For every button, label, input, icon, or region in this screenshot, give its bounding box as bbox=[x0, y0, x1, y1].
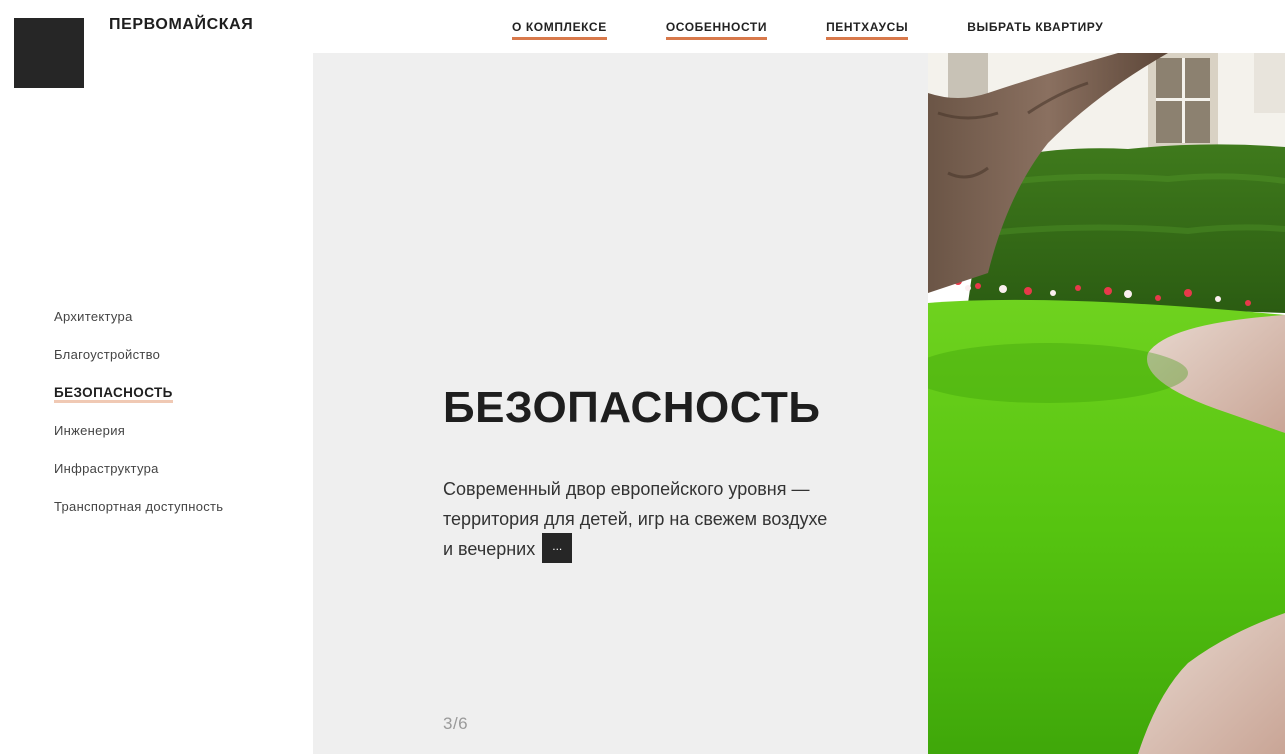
nav-features[interactable]: ОСОБЕННОСТИ bbox=[665, 20, 768, 40]
logo[interactable] bbox=[14, 18, 84, 88]
content-panel: БЕЗОПАСНОСТЬ Современный двор европейско… bbox=[313, 53, 928, 754]
nav-about-complex[interactable]: О КОМПЛЕКСЕ bbox=[512, 20, 607, 40]
section-title: БЕЗОПАСНОСТЬ bbox=[443, 383, 821, 432]
section-text-body: Современный двор европейского уровня — т… bbox=[443, 479, 828, 559]
side-nav-engineering[interactable]: Инженерия bbox=[54, 423, 125, 461]
nav-choose-apartment[interactable]: ВЫБРАТЬ КВАРТИРУ bbox=[967, 20, 1103, 37]
side-nav-landscaping[interactable]: Благоустройство bbox=[54, 347, 160, 385]
brand-name[interactable]: ПЕРВОМАЙСКАЯ bbox=[109, 16, 253, 34]
side-nav-infrastructure[interactable]: Инфраструктура bbox=[54, 461, 159, 499]
section-text: Современный двор европейского уровня — т… bbox=[443, 474, 833, 565]
side-nav-security[interactable]: БЕЗОПАСНОСТЬ bbox=[54, 385, 173, 423]
side-nav-security-label: БЕЗОПАСНОСТЬ bbox=[54, 385, 173, 403]
side-nav-transport[interactable]: Транспортная доступность bbox=[54, 499, 223, 537]
side-nav-architecture[interactable]: Архитектура bbox=[54, 309, 133, 347]
read-more-button[interactable]: ... bbox=[542, 533, 573, 564]
side-nav: Архитектура Благоустройство БЕЗОПАСНОСТЬ… bbox=[54, 309, 223, 537]
nav-penthouses[interactable]: ПЕНТХАУСЫ bbox=[826, 20, 909, 40]
top-nav: О КОМПЛЕКСЕ ОСОБЕННОСТИ ПЕНТХАУСЫ ВЫБРАТ… bbox=[512, 20, 1103, 40]
courtyard-photo bbox=[928, 53, 1285, 754]
slide-counter: 3/6 bbox=[443, 714, 469, 733]
